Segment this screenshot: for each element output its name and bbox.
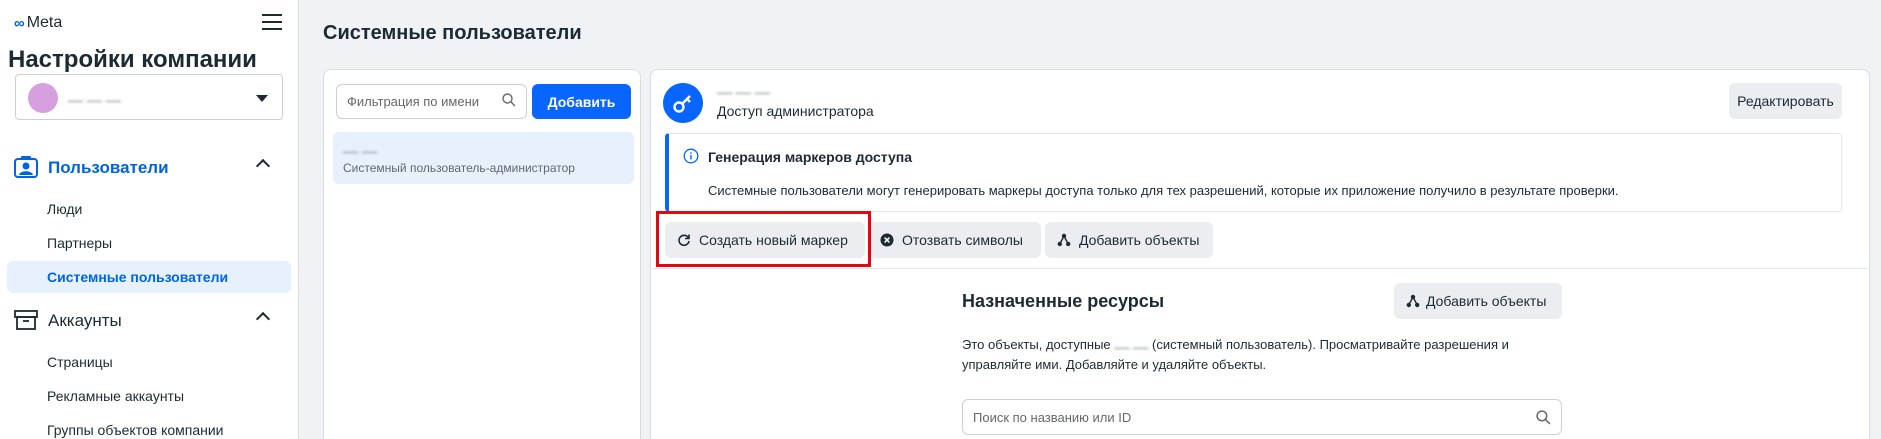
add-objects-button[interactable]: Добавить объекты: [1045, 222, 1213, 258]
users-icon: [14, 156, 38, 178]
detail-access-level: Доступ администратора: [717, 103, 874, 119]
resources-search-input[interactable]: [962, 399, 1562, 435]
revoke-tokens-button[interactable]: Отозвать символы: [868, 222, 1041, 258]
sidebar-item-people[interactable]: Люди: [7, 193, 291, 225]
meta-logo-icon: ∞: [14, 14, 25, 32]
meta-logo[interactable]: ∞ Meta: [14, 14, 62, 32]
chevron-up-icon[interactable]: [255, 311, 271, 327]
account-name: ــــ ــــ ــــ: [68, 90, 121, 105]
briefcase-icon: [14, 310, 38, 330]
chevron-down-icon: [256, 95, 268, 102]
detail-user-name: ــــ ــــ ــــ: [717, 82, 770, 97]
sidebar-section-users[interactable]: Пользователи: [0, 150, 299, 184]
refresh-icon: [678, 234, 690, 247]
add-objects-label: Добавить объекты: [1426, 293, 1547, 309]
info-icon: [683, 148, 699, 164]
access-token-info-box: Генерация маркеров доступа Системные пол…: [665, 133, 1842, 212]
add-objects-button-resources[interactable]: Добавить объекты: [1394, 283, 1562, 319]
system-user-row[interactable]: ــــ ــــ Системный пользователь-админис…: [333, 132, 634, 184]
assigned-resources-section: Назначенные ресурсы Добавить объекты Это…: [652, 268, 1869, 439]
meta-logo-text: Meta: [26, 14, 63, 31]
sidebar-item-pages[interactable]: Страницы: [7, 346, 291, 378]
key-icon: [663, 83, 703, 123]
system-user-detail-panel: ــــ ــــ ــــ Доступ администратора Ред…: [650, 69, 1870, 439]
sidebar-section-label: Аккаунты: [48, 311, 122, 330]
info-title: Генерация маркеров доступа: [708, 149, 913, 165]
revoke-tokens-label: Отозвать символы: [902, 232, 1023, 248]
search-icon: [1536, 410, 1551, 425]
sidebar-item-partners[interactable]: Партнеры: [7, 227, 291, 259]
page-title: Системные пользователи: [323, 22, 582, 44]
company-settings-title: Настройки компании: [8, 46, 257, 73]
sidebar-item-ad-accounts[interactable]: Рекламные аккаунты: [7, 380, 291, 412]
account-selector[interactable]: ــــ ــــ ــــ: [15, 74, 283, 120]
system-user-role: Системный пользователь-администратор: [343, 161, 575, 175]
account-avatar: [28, 83, 58, 113]
sidebar-section-accounts[interactable]: Аккаунты: [0, 303, 299, 337]
add-objects-icon: [1057, 233, 1071, 247]
create-new-token-label: Создать новый маркер: [699, 232, 848, 248]
system-user-name: ــــ ــــ: [343, 141, 378, 156]
assigned-resources-title: Назначенные ресурсы: [962, 291, 1165, 311]
info-text: Системные пользователи могут генерироват…: [708, 183, 1619, 198]
system-users-list-panel: Добавить ــــ ــــ Системный пользовател…: [323, 69, 641, 439]
assigned-resources-description: Это объекты, доступные ــــ ــــ (систем…: [962, 335, 1522, 375]
desc-prefix: Это объекты, доступные: [962, 337, 1111, 352]
chevron-up-icon[interactable]: [255, 158, 271, 174]
sidebar-section-label: Пользователи: [48, 158, 169, 177]
hamburger-icon[interactable]: [262, 14, 282, 30]
sidebar: ∞ Meta Настройки компании ــــ ــــ ــــ…: [0, 0, 299, 439]
sidebar-item-system-users[interactable]: Системные пользователи: [7, 261, 291, 293]
filter-input[interactable]: [336, 84, 527, 119]
add-objects-icon: [1406, 294, 1420, 308]
create-new-token-button[interactable]: Создать новый маркер: [665, 222, 865, 258]
desc-user-name: ــــ ــــ: [1114, 337, 1149, 352]
x-circle-icon: [880, 233, 894, 247]
add-objects-label: Добавить объекты: [1079, 232, 1200, 248]
edit-button[interactable]: Редактировать: [1729, 83, 1842, 119]
search-icon: [502, 93, 516, 107]
sidebar-item-business-asset-groups[interactable]: Группы объектов компании: [7, 414, 291, 439]
add-system-user-button[interactable]: Добавить: [532, 84, 631, 119]
